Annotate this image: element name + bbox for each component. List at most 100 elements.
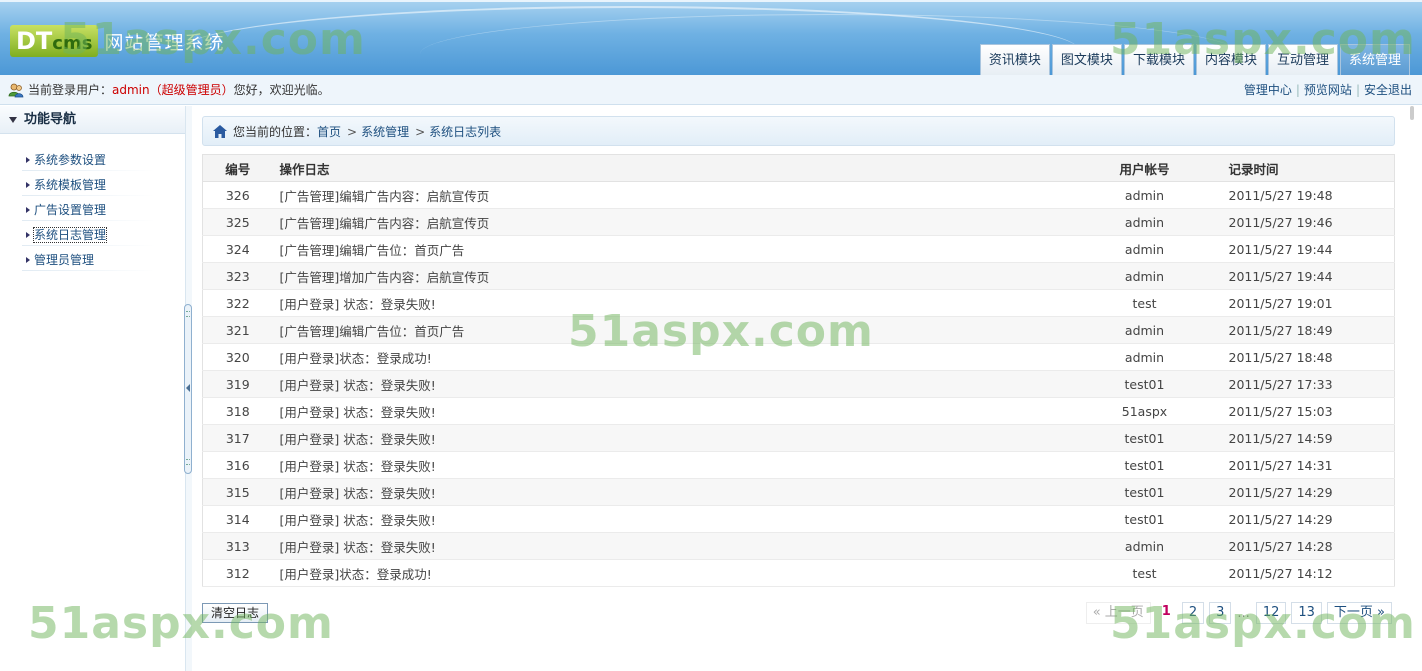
page-link[interactable]: 2 xyxy=(1181,602,1205,624)
sidebar-item-logs[interactable]: 系统日志管理 xyxy=(0,223,185,248)
cell-user: admin xyxy=(1084,316,1205,344)
scrollbar[interactable] xyxy=(1410,106,1414,120)
sidebar-item-admins[interactable]: 管理员管理 xyxy=(0,248,185,273)
tab-news[interactable]: 资讯模块 xyxy=(979,44,1050,75)
logo-mark: DTcms xyxy=(10,25,99,57)
cell-time: 2011/5/27 17:33 xyxy=(1204,370,1395,398)
cell-id: 315 xyxy=(202,478,273,506)
cell-time: 2011/5/27 19:44 xyxy=(1204,262,1395,290)
page-link[interactable]: 12 xyxy=(1255,602,1287,624)
current-username: admin（超级管理员） xyxy=(112,83,234,97)
table-row: 316 [用户登录] 状态：登录失败! test01 2011/5/27 14:31 xyxy=(202,451,1395,479)
cell-user: test01 xyxy=(1084,478,1205,506)
table-row: 324 [广告管理]编辑广告位：首页广告 admin 2011/5/27 19:44 xyxy=(202,235,1395,263)
col-header-time: 记录时间 xyxy=(1204,154,1395,182)
sidebar-item-label: 系统参数设置 xyxy=(34,153,107,167)
cell-user: test01 xyxy=(1084,451,1205,479)
page-link[interactable]: 13 xyxy=(1291,602,1322,624)
tab-content[interactable]: 内容模块 xyxy=(1195,44,1266,75)
divider xyxy=(22,245,155,246)
sidebar-item-system-params[interactable]: 系统参数设置 xyxy=(0,148,185,173)
table-row: 314 [用户登录] 状态：登录失败! test01 2011/5/27 14:29 xyxy=(202,505,1395,533)
sidebar-item-ads[interactable]: 广告设置管理 xyxy=(0,198,185,223)
header-links: 管理中心 | 预览网站 | 安全退出 xyxy=(1244,75,1412,105)
page-ellipsis: ... xyxy=(1237,605,1250,621)
cell-user: test01 xyxy=(1084,505,1205,533)
next-page-button[interactable]: 下一页 » xyxy=(1326,602,1392,624)
prev-page-button: « 上一页 xyxy=(1085,602,1151,624)
breadcrumb-home[interactable]: 首页 xyxy=(317,125,341,139)
cell-time: 2011/5/27 14:31 xyxy=(1204,451,1395,479)
caret-right-icon xyxy=(26,182,30,188)
login-info: 当前登录用户：admin（超级管理员）您好，欢迎光临。 xyxy=(28,75,330,105)
caret-right-icon xyxy=(26,257,30,263)
cell-user: test01 xyxy=(1084,424,1205,452)
table-row: 326 [广告管理]编辑广告内容：启航宣传页 admin 2011/5/27 19:4… xyxy=(202,181,1395,209)
cell-action: [用户登录]状态：登录成功! xyxy=(272,559,1085,587)
logout-link[interactable]: 安全退出 xyxy=(1364,83,1412,97)
sidebar-item-label: 系统模板管理 xyxy=(34,178,107,192)
cell-id: 313 xyxy=(202,532,273,560)
sidebar-item-templates[interactable]: 系统模板管理 xyxy=(0,173,185,198)
table-header-row: 编号 操作日志 用户帐号 记录时间 xyxy=(202,154,1395,182)
cell-id: 324 xyxy=(202,235,273,263)
divider xyxy=(22,170,155,171)
cell-id: 319 xyxy=(202,370,273,398)
admin-center-link[interactable]: 管理中心 xyxy=(1244,83,1292,97)
tab-downloads[interactable]: 下载模块 xyxy=(1123,44,1194,75)
breadcrumb: 您当前的位置：首页 > 系统管理 > 系统日志列表 xyxy=(202,116,1395,146)
breadcrumb-system[interactable]: 系统管理 xyxy=(361,125,409,139)
login-prefix: 当前登录用户： xyxy=(28,83,113,97)
module-tabs: 资讯模块 图文模块 下载模块 内容模块 互动管理 系统管理 xyxy=(979,44,1410,75)
cell-action: [用户登录] 状态：登录失败! xyxy=(272,505,1085,533)
table-row: 325 [广告管理]编辑广告内容：启航宣传页 admin 2011/5/27 19:4… xyxy=(202,208,1395,236)
caret-down-icon xyxy=(9,117,17,123)
table-row: 317 [用户登录] 状态：登录失败! test01 2011/5/27 14:59 xyxy=(202,424,1395,452)
cell-action: [广告管理]编辑广告内容：启航宣传页 xyxy=(272,181,1085,209)
clear-log-button[interactable]: 清空日志 xyxy=(202,603,268,623)
cell-action: [用户登录] 状态：登录失败! xyxy=(272,478,1085,506)
cell-time: 2011/5/27 18:48 xyxy=(1204,343,1395,371)
collapse-sidebar-handle[interactable] xyxy=(184,304,192,474)
grip-icon xyxy=(186,311,190,317)
cell-user: test01 xyxy=(1084,370,1205,398)
table-row: 318 [用户登录] 状态：登录失败! 51aspx 2011/5/27 15:03 xyxy=(202,397,1395,425)
cell-user: admin xyxy=(1084,343,1205,371)
tab-interaction[interactable]: 互动管理 xyxy=(1267,44,1338,75)
cell-user: admin xyxy=(1084,262,1205,290)
nav-list: 系统参数设置 系统模板管理 广告设置管理 系统日志管理 管理员管理 xyxy=(0,134,185,273)
page-link[interactable]: 3 xyxy=(1209,602,1232,624)
logo-sub-text: cms xyxy=(52,33,93,54)
col-header-user: 用户帐号 xyxy=(1084,154,1205,182)
tab-system[interactable]: 系统管理 xyxy=(1339,44,1410,75)
table-row: 312 [用户登录]状态：登录成功! test 2011/5/27 14:12 xyxy=(202,559,1395,587)
cell-user: admin xyxy=(1084,181,1205,209)
header: DTcms 网站管理系统 资讯模块 图文模块 下载模块 内容模块 互动管理 系统… xyxy=(0,0,1422,75)
breadcrumb-current[interactable]: 系统日志列表 xyxy=(429,125,501,139)
tab-images[interactable]: 图文模块 xyxy=(1051,44,1122,75)
cell-id: 318 xyxy=(202,397,273,425)
cell-user: test xyxy=(1084,559,1205,587)
logo[interactable]: DTcms 网站管理系统 xyxy=(10,24,224,58)
cell-id: 312 xyxy=(202,559,273,587)
cell-time: 2011/5/27 15:03 xyxy=(1204,397,1395,425)
col-header-action: 操作日志 xyxy=(272,154,1085,182)
cell-time: 2011/5/27 19:44 xyxy=(1204,235,1395,263)
table-row: 320 [用户登录]状态：登录成功! admin 2011/5/27 18:48 xyxy=(202,343,1395,371)
nav-heading-label: 功能导航 xyxy=(24,112,77,127)
nav-heading[interactable]: 功能导航 xyxy=(0,106,185,134)
divider xyxy=(22,270,155,271)
cell-time: 2011/5/27 14:29 xyxy=(1204,478,1395,506)
cell-action: [用户登录] 状态：登录失败! xyxy=(272,451,1085,479)
preview-site-link[interactable]: 预览网站 xyxy=(1304,83,1352,97)
cell-action: [用户登录]状态：登录成功! xyxy=(272,343,1085,371)
table-row: 319 [用户登录] 状态：登录失败! test01 2011/5/27 17:33 xyxy=(202,370,1395,398)
cell-user: 51aspx xyxy=(1084,397,1205,425)
cell-id: 320 xyxy=(202,343,273,371)
cell-id: 316 xyxy=(202,451,273,479)
link-separator: | xyxy=(1295,83,1300,97)
log-table: 编号 操作日志 用户帐号 记录时间 326 [广告管理]编辑广告内容：启航宣传页 a… xyxy=(202,154,1395,587)
cell-id: 323 xyxy=(202,262,273,290)
cell-time: 2011/5/27 14:29 xyxy=(1204,505,1395,533)
cell-action: [用户登录] 状态：登录失败! xyxy=(272,397,1085,425)
